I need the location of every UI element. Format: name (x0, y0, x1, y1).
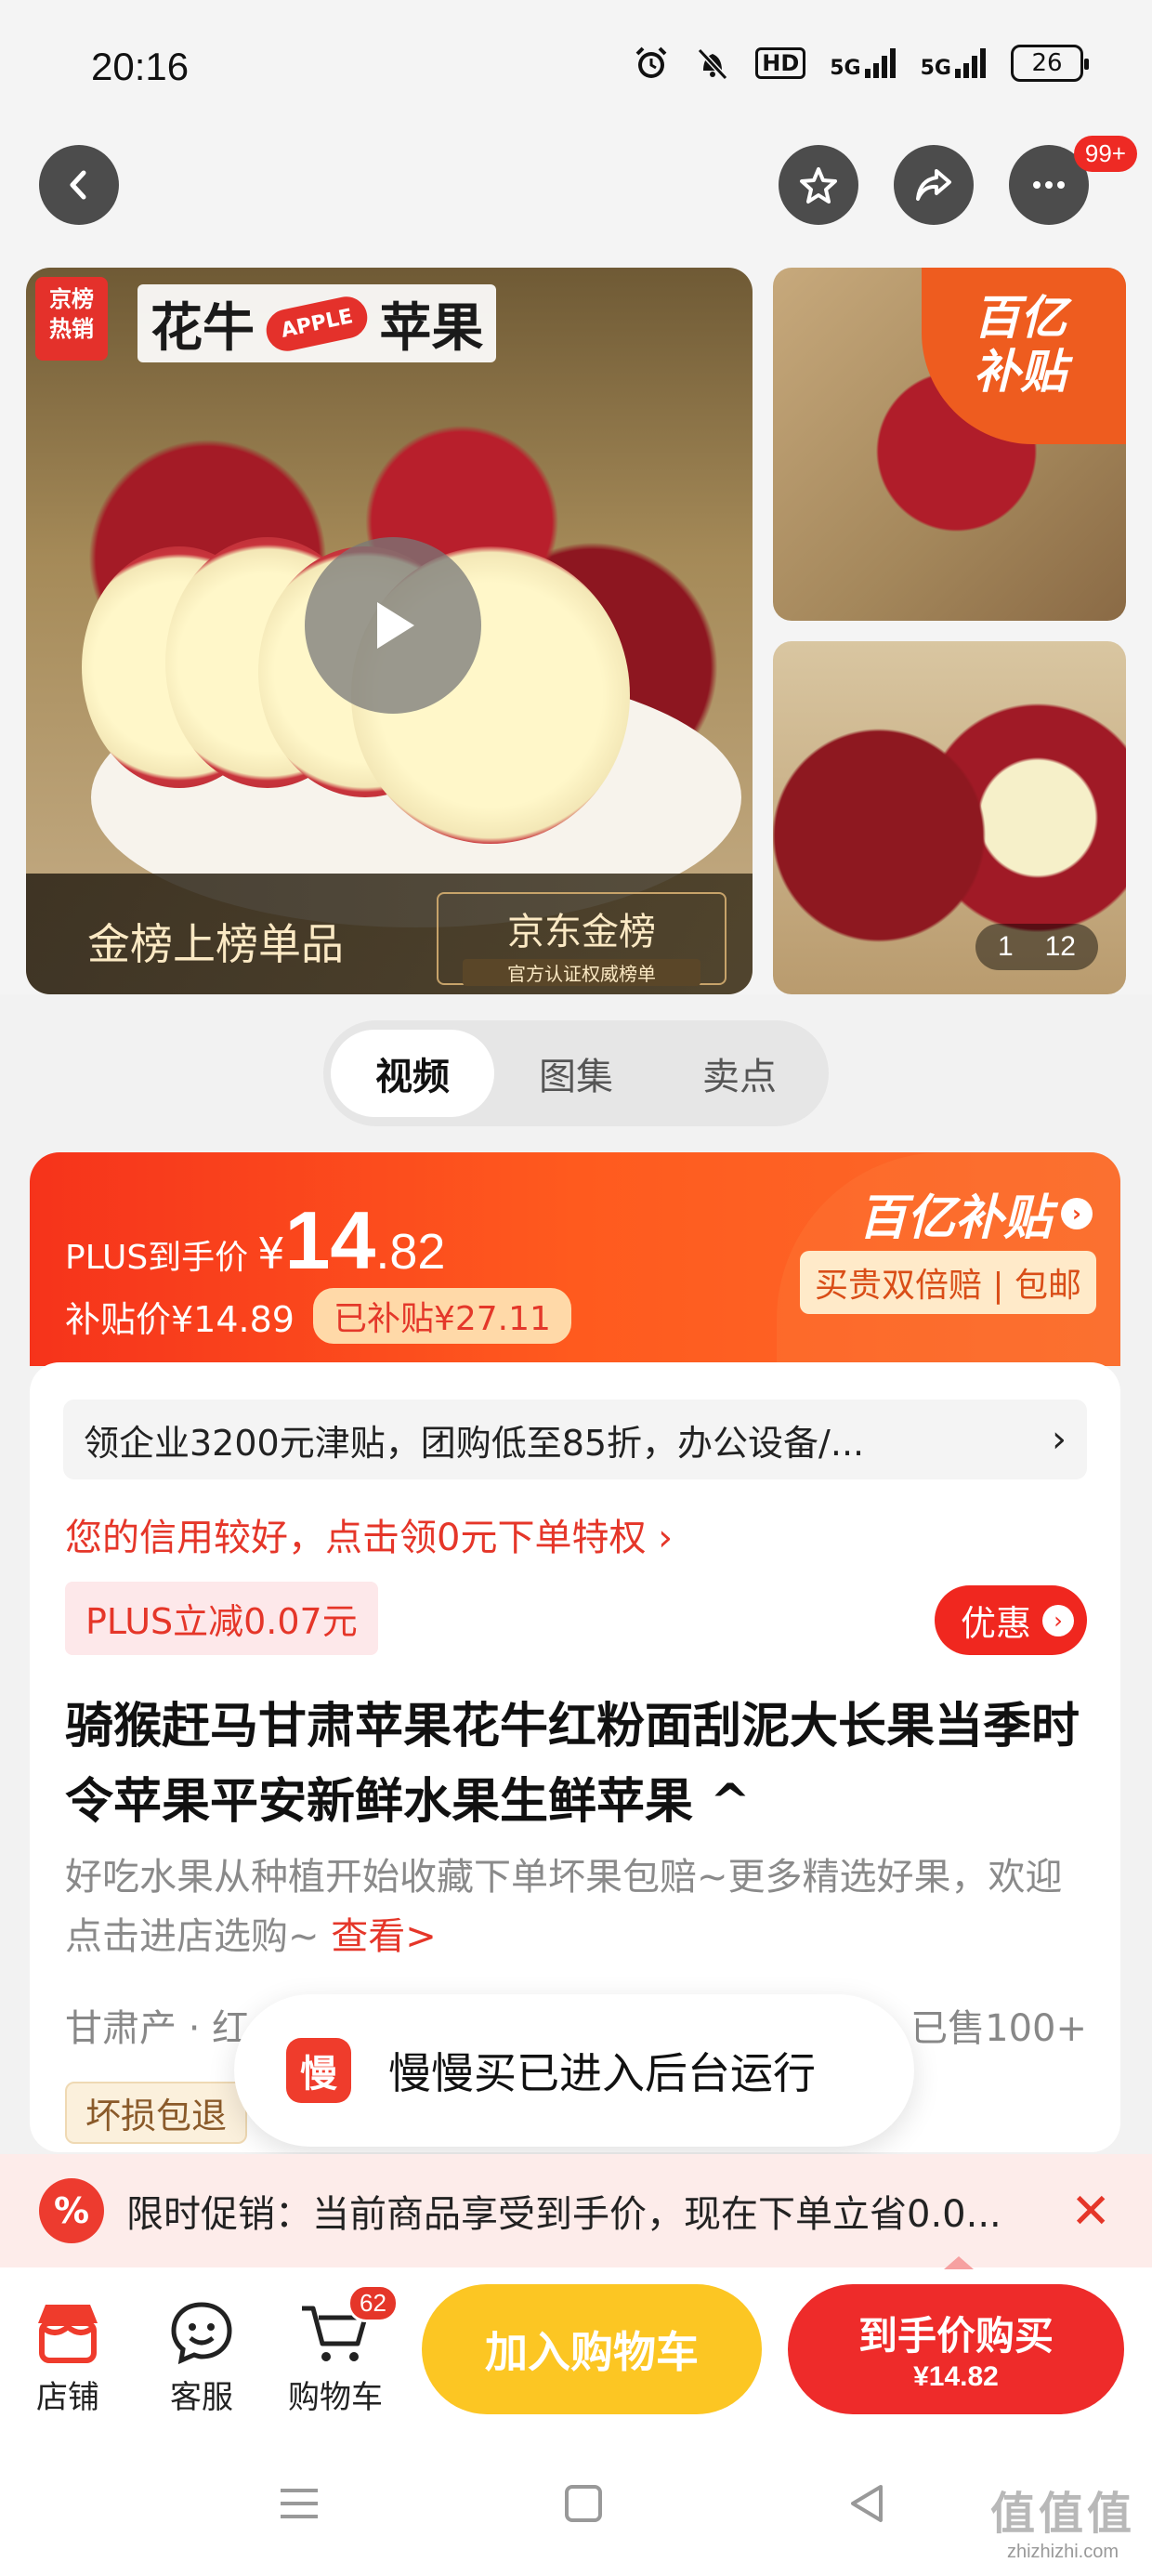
cart-count-badge: 62 (347, 2284, 399, 2322)
yi-subsidy-corner: 百亿 补贴 (922, 268, 1126, 444)
close-icon[interactable]: ✕ (1070, 2184, 1111, 2240)
chat-smile-icon (171, 2302, 232, 2365)
media-tabs: 视频 图集 卖点 (323, 1020, 829, 1126)
enterprise-promo-bar[interactable]: 领企业3200元津贴，团购低至85折，办公设备/... › (63, 1400, 1087, 1479)
mute-bell-icon (698, 47, 728, 81)
play-button[interactable] (305, 537, 481, 714)
store-icon (38, 2305, 98, 2363)
cart-button[interactable]: 62 购物车 (275, 2284, 399, 2417)
status-time: 20:16 (91, 45, 190, 88)
return-guarantee-tag: 坏损包退 (65, 2082, 248, 2144)
more-icon (1033, 181, 1065, 189)
customer-service-button[interactable]: 客服 (141, 2293, 262, 2417)
product-origin: 甘肃产 · 红 (65, 2007, 250, 2050)
guarantee-badge: 买贵双倍赔 | 包邮 (799, 1251, 1096, 1314)
message-badge: 99+ (1073, 136, 1137, 172)
image-counter: 1 12 (975, 924, 1098, 970)
system-navigation-bar: 值值值 zhizhizhi.com (0, 2444, 1152, 2576)
buy-now-button[interactable]: 到手价购买 ¥14.82 (788, 2284, 1124, 2414)
share-button[interactable] (894, 145, 974, 225)
chevron-right-icon: › (1052, 1418, 1067, 1461)
sold-count: 已售100+ (910, 2007, 1087, 2050)
store-button[interactable]: 店铺 (7, 2293, 128, 2417)
back-button[interactable] (39, 145, 119, 225)
limited-promo-bar[interactable]: % 限时促销：当前商品享受到手价，现在下单立省0.0... ✕ (0, 2154, 1152, 2267)
product-gallery: 京榜 热销 花牛 APPLE 苹果 金榜上榜单品 京东金榜 官方认证权威榜单 百… (0, 260, 1152, 994)
limited-promo-text: 限时促销：当前商品享受到手价，现在下单立省0.0... (126, 2193, 1001, 2236)
tab-selling-points[interactable]: 卖点 (658, 1030, 821, 1117)
ranking-hot-tag: 京榜 热销 (35, 277, 108, 361)
gold-list-banner: 金榜上榜单品 京东金榜 官方认证权威榜单 (26, 874, 753, 994)
product-description: 好吃水果从种植开始收藏下单坏果包赔~更多精选好果，欢迎点击进店选购~ 查看> (65, 1856, 1063, 1958)
signal-5g-icon-2: 5G (921, 46, 987, 80)
yi-subsidy-logo[interactable]: 百亿补贴 › (858, 1178, 1093, 1248)
view-more-link[interactable]: 查看> (331, 1915, 437, 1958)
percent-icon: % (39, 2178, 104, 2243)
image-title-tag: 花牛 APPLE 苹果 (137, 284, 497, 362)
tab-video[interactable]: 视频 (331, 1030, 494, 1117)
gallery-thumbnail-1[interactable]: 百亿 补贴 (773, 268, 1126, 621)
chevron-left-icon (70, 170, 86, 200)
product-title: 骑猴赶马甘肃苹果花牛红粉面刮泥大长果当季时令苹果平安新鲜水果生鲜苹果 ^ (65, 1699, 1080, 1830)
toast-message: 慢慢买已进入后台运行 (388, 2048, 816, 2098)
add-to-cart-button[interactable]: 加入购物车 (422, 2284, 762, 2414)
back-triangle-icon[interactable] (845, 2481, 890, 2526)
main-video-thumbnail[interactable]: 京榜 热销 花牛 APPLE 苹果 金榜上榜单品 京东金榜 官方认证权威榜单 (26, 268, 753, 994)
menu-icon[interactable] (277, 2481, 321, 2526)
favorite-button[interactable] (779, 145, 858, 225)
watermark: 值值值 zhizhizhi.com (989, 2488, 1135, 2562)
manmanmai-app-icon: 慢 (286, 2038, 351, 2103)
hd-icon: HD (755, 47, 806, 79)
status-icons: HD 5G 5G 26 (633, 45, 1089, 82)
top-nav (0, 139, 1152, 260)
star-icon (800, 167, 837, 204)
background-running-toast: 慢 慢慢买已进入后台运行 (234, 1994, 914, 2147)
status-bar: 20:16 HD 5G 5G 26 (0, 0, 1152, 139)
home-icon[interactable] (561, 2481, 606, 2526)
tab-gallery[interactable]: 图集 (494, 1030, 658, 1117)
pointer-arrow (944, 2256, 974, 2269)
jd-gold-badge: 京东金榜 官方认证权威榜单 (437, 892, 727, 986)
discount-button[interactable]: 优惠 › (934, 1585, 1087, 1655)
plus-discount-tag: PLUS立减0.07元 (65, 1582, 378, 1655)
battery-icon: 26 (1011, 45, 1089, 82)
subsidy-pill: 已补贴¥27.11 (312, 1288, 571, 1344)
price-card: PLUS到手价 ¥ 14 .82 补贴价¥14.89 已补贴¥27.11 百亿补… (30, 1152, 1120, 1366)
subsidy-price: 补贴价¥14.89 已补贴¥27.11 (65, 1288, 571, 1344)
chevron-right-icon: › (1042, 1604, 1074, 1636)
signal-5g-icon: 5G (830, 46, 896, 80)
alarm-icon (635, 46, 667, 78)
gallery-thumbnail-2[interactable]: 1 12 (773, 641, 1126, 994)
chevron-right-icon: › (1061, 1197, 1093, 1229)
share-icon (916, 169, 951, 201)
credit-privilege-link[interactable]: 您的信用较好，点击领0元下单特权 › (65, 1507, 673, 1561)
bottom-action-bar: 店铺 客服 62 购物车 加入购物车 到手价购买 ¥14.82 (0, 2256, 1152, 2444)
play-icon (377, 602, 414, 649)
plus-price: PLUS到手价 ¥ 14 .82 (65, 1194, 446, 1286)
